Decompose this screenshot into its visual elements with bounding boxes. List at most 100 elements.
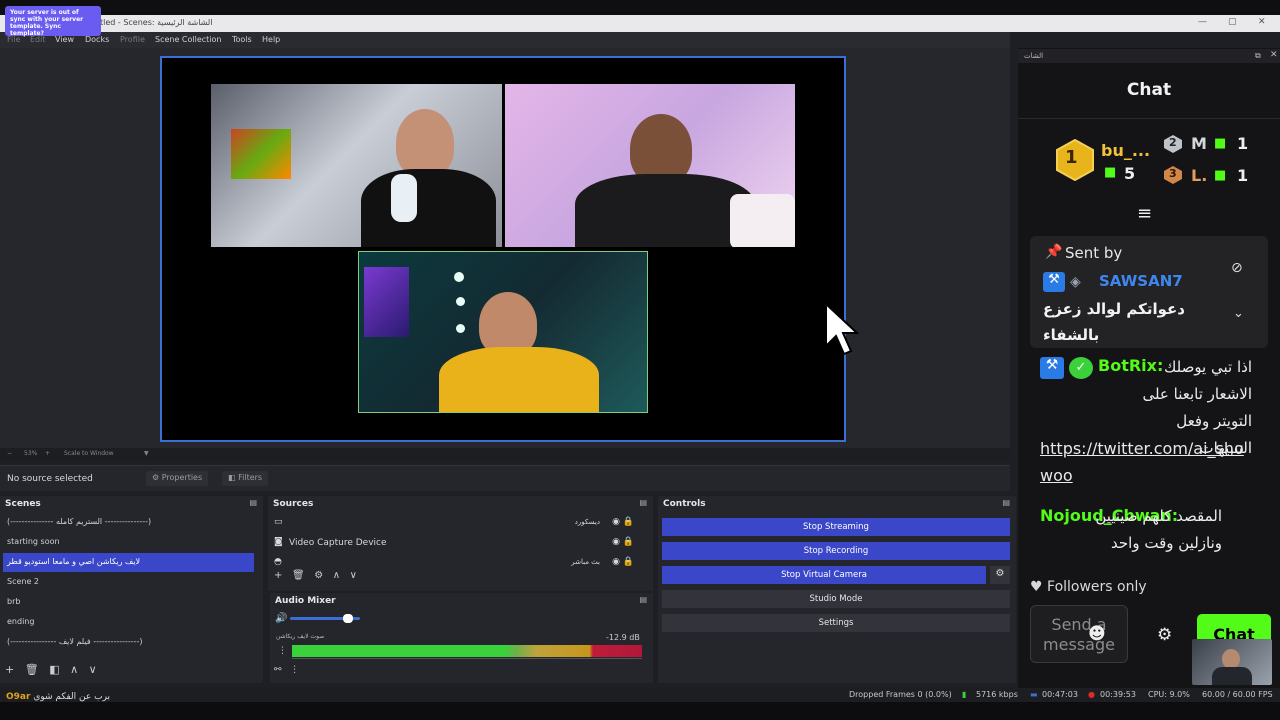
stop-recording-button[interactable]: Stop Recording [662, 542, 1010, 560]
close-button[interactable]: ✕ [1258, 17, 1266, 27]
virtual-camera-settings-button[interactable]: ⚙ [990, 566, 1010, 584]
scene-item[interactable]: (--------------- الستريم كامله ---------… [3, 513, 254, 532]
chat-link[interactable]: https://twitter.com/ai_sho [1040, 435, 1244, 462]
audio-meter [292, 645, 642, 657]
eye-icon[interactable]: ◉ [612, 557, 620, 566]
dock-menu-icon[interactable]: ▤ [639, 498, 647, 507]
heart-icon: ♥ [1030, 579, 1048, 595]
scene-item[interactable]: starting soon [3, 533, 254, 552]
filters-button[interactable]: ◧ Filters [222, 471, 269, 486]
link-icon[interactable]: ⚯ [274, 665, 282, 675]
emoji-icon[interactable]: ☻ [1088, 624, 1106, 644]
menu-docks[interactable]: Docks [85, 35, 109, 44]
rank-number: 1 [1065, 147, 1078, 168]
minimize-button[interactable]: — [1198, 17, 1207, 27]
popout-icon[interactable]: ⧉ [1255, 51, 1261, 61]
mouse-cursor-icon [825, 302, 860, 356]
arrow-down-icon[interactable]: ∨ [89, 663, 97, 676]
close-icon[interactable]: ✕ [1270, 50, 1278, 60]
sync-notification[interactable]: Your server is out of sync with your ser… [5, 6, 101, 37]
mixer-toolbar: ⚯ ⋮ [274, 665, 299, 675]
trash-icon[interactable]: 🗑 [292, 570, 305, 581]
stop-streaming-button[interactable]: Stop Streaming [662, 518, 1010, 536]
stop-virtual-camera-button[interactable]: Stop Virtual Camera [662, 566, 986, 584]
chat-input[interactable]: Send a message [1030, 605, 1128, 663]
dock-menu-icon[interactable]: ▤ [249, 498, 257, 507]
maximize-button[interactable]: ▢ [1228, 17, 1237, 27]
scene-item-active[interactable]: لايف ريكاشن اصي و مامعا استوديو قطر [3, 553, 254, 572]
kebab-menu-icon[interactable]: ⋮ [290, 665, 299, 675]
menu-tools[interactable]: Tools [232, 35, 252, 44]
speaker-icon[interactable]: 🔊 [275, 613, 287, 624]
arrow-up-icon[interactable]: ∧ [70, 663, 78, 676]
scene-item[interactable]: Scene 2 [3, 573, 254, 592]
display-icon: ▭ [274, 517, 283, 527]
scene-item[interactable]: brb [3, 593, 254, 612]
pin-icon: 📌 [1045, 244, 1063, 260]
mixer-channel-name: صوت لايف ريكاشن [276, 633, 325, 640]
pinned-text: دعواتكم لوالد زعزع بالشفاء [1043, 300, 1185, 344]
microphone [391, 174, 417, 222]
gear-icon[interactable]: ⚙ [1157, 625, 1172, 645]
webcam-overlay [1192, 639, 1272, 685]
filter-icon: ◧ [228, 473, 239, 482]
leaderboard-first-name: bu_... [1101, 141, 1151, 160]
properties-bar: No source selected ⚙ Properties ◧ Filter… [0, 465, 1010, 491]
sofa [730, 194, 795, 247]
dock-menu-icon[interactable]: ▤ [1002, 498, 1010, 507]
dock-menu-icon[interactable]: ▤ [639, 595, 647, 604]
arrow-down-icon[interactable]: ∨ [350, 570, 357, 581]
moderator-badge-icon: ⚒ [1043, 272, 1065, 292]
add-icon[interactable]: + [5, 663, 14, 676]
pinned-username[interactable]: SAWSAN7 [1099, 272, 1183, 290]
leaderboard-second-gifts: 1 [1237, 134, 1249, 153]
bottom-strip [0, 702, 1280, 720]
scene-item[interactable]: ending [3, 613, 254, 632]
camera-feed-3 [358, 251, 648, 413]
eye-icon[interactable]: ◉ [612, 517, 620, 527]
chevron-down-icon[interactable]: ▼ [144, 450, 149, 457]
leaderboard-third-gifts: 1 [1237, 166, 1249, 185]
window-titlebar: tled - Scenes: الشاشة الرئيسية — ▢ ✕ [0, 15, 1280, 32]
gear-icon[interactable]: ⚙ [314, 570, 323, 581]
zoom-mode[interactable]: Scale to Window [64, 450, 114, 457]
menu-view[interactable]: View [55, 35, 74, 44]
menu-profile[interactable]: Profile [120, 35, 145, 44]
monitor-screen [231, 129, 291, 179]
properties-button[interactable]: ⚙ Properties [146, 471, 209, 486]
trash-icon[interactable]: 🗑 [25, 663, 39, 676]
add-icon[interactable]: + [274, 570, 282, 581]
scene-item[interactable]: (---------------- فيلم لايف ------------… [3, 633, 254, 652]
collapse-leaderboard-icon[interactable]: ≡ [1137, 203, 1152, 224]
chevron-down-icon[interactable]: ⌄ [1233, 306, 1244, 321]
source-row[interactable]: ▭ ديسكورد ◉ 🔒 [270, 514, 642, 532]
lock-icon[interactable]: 🔒 [623, 537, 634, 547]
unpin-icon[interactable]: ⊘ [1231, 260, 1243, 276]
light-orb [454, 272, 464, 282]
source-row[interactable]: ◙ Video Capture Device ◉ 🔒 [270, 534, 642, 552]
gift-icon: ■ [1104, 165, 1117, 180]
person-head [396, 109, 454, 177]
settings-button[interactable]: Settings [662, 614, 1010, 632]
lock-icon[interactable]: 🔒 [623, 517, 634, 527]
gear-icon: ⚙ [152, 473, 162, 482]
filter-icon[interactable]: ◧ [49, 663, 59, 676]
zoom-minus-icon[interactable]: − [7, 450, 12, 457]
chat-link-continued[interactable]: woo [1040, 462, 1073, 489]
kebab-menu-icon[interactable]: ⋮ [278, 646, 287, 656]
zoom-plus-icon[interactable]: + [45, 450, 50, 457]
light-orb [456, 324, 465, 333]
arrow-up-icon[interactable]: ∧ [333, 570, 340, 581]
studio-mode-button[interactable]: Studio Mode [662, 590, 1010, 608]
source-row[interactable]: ◓ بث مباشر ◉ 🔒 [270, 554, 642, 566]
stream-time: 00:47:03 [1042, 690, 1078, 699]
eye-icon[interactable]: ◉ [612, 537, 620, 547]
chat-divider [1018, 118, 1280, 119]
lock-icon[interactable]: 🔒 [623, 557, 634, 566]
menu-help[interactable]: Help [262, 35, 280, 44]
leaderboard-second-name: M [1191, 134, 1207, 153]
chat-title: Chat [1126, 80, 1172, 100]
menu-scene-collection[interactable]: Scene Collection [155, 35, 222, 44]
gift-icon: ■ [1214, 136, 1227, 151]
volume-slider-knob[interactable] [343, 614, 353, 623]
